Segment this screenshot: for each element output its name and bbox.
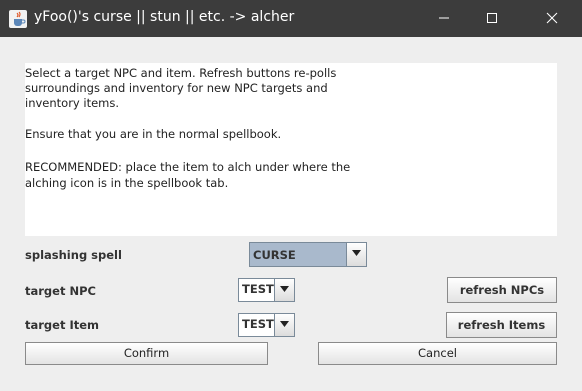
npc-select-value: TEST [242,282,274,296]
item-dropdown-button[interactable] [274,314,294,336]
java-cup-icon [9,10,27,28]
instruction-line: surroundings and inventory for new NPC t… [25,81,328,95]
refresh-items-button[interactable]: refresh Items [446,312,557,338]
item-label: target Item [25,318,100,332]
close-icon [546,12,558,24]
title-bar: yFoo()'s curse || stun || etc. -> alcher [0,0,582,37]
chevron-down-icon [280,321,289,327]
refresh-npcs-button[interactable]: refresh NPCs [447,277,557,303]
spell-select[interactable]: CURSE [249,242,367,267]
alcher-window: yFoo()'s curse || stun || etc. -> alcher… [0,0,582,391]
cancel-label: Cancel [418,346,457,360]
maximize-icon [487,13,497,23]
instruction-line: alching icon is in the spellbook tab. [25,176,229,190]
instruction-line: RECOMMENDED: place the item to alch unde… [25,160,351,174]
npc-label: target NPC [25,284,96,298]
maximize-button[interactable] [469,0,515,37]
chevron-down-icon [352,250,361,256]
window-title: yFoo()'s curse || stun || etc. -> alcher [34,9,295,25]
npc-dropdown-button[interactable] [274,279,294,301]
spell-select-value: CURSE [253,248,296,262]
npc-select[interactable]: TEST [238,278,295,302]
minimize-icon [439,17,449,19]
instruction-line: Ensure that you are in the normal spellb… [25,127,282,141]
instruction-line: Select a target NPC and item. Refresh bu… [25,66,337,80]
instructions-text-area: Select a target NPC and item. Refresh bu… [25,63,557,236]
item-select-value: TEST [242,317,274,331]
cancel-button[interactable]: Cancel [318,342,557,365]
chevron-down-icon [280,286,289,292]
confirm-button[interactable]: Confirm [25,342,268,365]
refresh-npcs-label: refresh NPCs [459,283,545,297]
spell-label: splashing spell [25,248,122,262]
instruction-line: inventory items. [25,96,120,110]
minimize-button[interactable] [421,0,467,37]
spell-dropdown-button[interactable] [346,243,366,266]
close-button[interactable] [529,0,575,37]
refresh-items-label: refresh Items [457,318,546,332]
confirm-label: Confirm [123,346,170,360]
item-select[interactable]: TEST [238,313,295,337]
